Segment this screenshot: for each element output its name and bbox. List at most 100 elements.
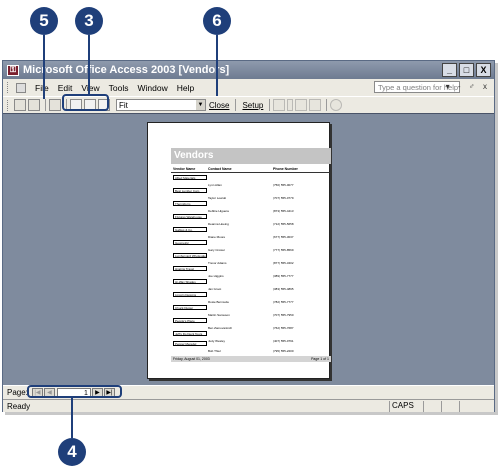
status-text: Ready bbox=[7, 401, 31, 411]
footer-date: Friday, August 01, 2003 bbox=[173, 357, 210, 361]
phone-number: (677) 555-3037 bbox=[273, 235, 294, 239]
report-footer: Friday, August 01, 2003 Page 1 of 1 bbox=[171, 356, 331, 362]
restore-button[interactable]: □ bbox=[459, 63, 474, 77]
vendor-name: Pepper Meredel bbox=[173, 341, 207, 346]
menu-tools[interactable]: Tools bbox=[109, 83, 129, 93]
callout-4-leader bbox=[71, 396, 73, 438]
callout-4: 4 bbox=[58, 438, 86, 466]
database-window-icon[interactable] bbox=[295, 99, 308, 111]
vendor-name: Chuck Duster bbox=[173, 305, 207, 310]
callout-5: 5 bbox=[30, 7, 58, 35]
status-bar: Ready CAPS bbox=[3, 399, 494, 412]
callout-3-highlight bbox=[62, 94, 109, 111]
callout-3: 3 bbox=[75, 7, 103, 35]
view-icon[interactable] bbox=[14, 99, 26, 111]
window-title: Microsoft Office Access 2003 [Vendors] bbox=[23, 64, 230, 76]
access-key-icon: ⚿ bbox=[7, 64, 19, 76]
vendor-name: People's Place bbox=[173, 318, 207, 323]
contact-name: Jan Groot bbox=[208, 287, 222, 291]
menu-view[interactable]: View bbox=[81, 83, 99, 93]
vendor-name: Geometric bbox=[173, 240, 207, 245]
minimize-button[interactable]: _ bbox=[442, 63, 457, 77]
phone-number: (707) 555-0779 bbox=[273, 196, 294, 200]
close-preview-button[interactable]: Close bbox=[209, 101, 229, 110]
dropdown-icon[interactable] bbox=[287, 99, 294, 111]
phone-number: (383) 555-4895 bbox=[273, 287, 294, 291]
callout-4-highlight bbox=[27, 385, 122, 398]
report-row: Pepper Meredel Bob Thiel (795) 555-2200 bbox=[148, 341, 331, 355]
vendor-name: Gables & Co. bbox=[173, 227, 207, 232]
vendor-name: Allied Materials bbox=[173, 175, 207, 180]
toolbar-separator bbox=[235, 99, 237, 111]
title-bar: ⚿ Microsoft Office Access 2003 [Vendors]… bbox=[3, 61, 494, 79]
contact-name: Debbie Higuera bbox=[208, 209, 229, 213]
zoom-select[interactable]: Fit ▼ bbox=[116, 99, 206, 111]
contact-name: Deanna Hoeing bbox=[208, 222, 229, 226]
contact-name: Rosie Bermuda bbox=[208, 300, 229, 304]
toolbar-separator bbox=[326, 99, 328, 111]
contact-name: Diane Moore bbox=[208, 235, 226, 239]
menu-window[interactable]: Window bbox=[137, 83, 167, 93]
phone-number: (782) 555-7777 bbox=[273, 300, 294, 304]
menu-icon[interactable] bbox=[16, 82, 26, 93]
new-object-icon[interactable] bbox=[309, 99, 322, 111]
header-vendor: Vendor Name bbox=[173, 167, 196, 171]
vendor-name: Lumberyard Wholesale bbox=[173, 253, 207, 258]
status-panel bbox=[441, 401, 459, 412]
menu-file[interactable]: File bbox=[35, 83, 49, 93]
header-contact: Contact Name bbox=[208, 167, 232, 171]
phone-number: (877) 555-3402 bbox=[273, 261, 294, 265]
report-title: Vendors bbox=[171, 148, 331, 164]
zoom-value: Fit bbox=[119, 101, 128, 110]
header-phone: Phone Number bbox=[273, 167, 298, 171]
menu-edit[interactable]: Edit bbox=[58, 83, 73, 93]
vendor-name: Lincoln Designs bbox=[173, 292, 207, 297]
doc-window-controls[interactable]: ▾ - ♂ x bbox=[446, 82, 490, 91]
phone-number: (777) 555-8569 bbox=[273, 248, 294, 252]
vendor-name: Best Lumber Corp. bbox=[173, 188, 207, 193]
access-window: ⚿ Microsoft Office Access 2003 [Vendors]… bbox=[2, 60, 495, 412]
phone-number: (707) 555-7950 bbox=[273, 313, 294, 317]
vendor-name: Higgins Travel bbox=[173, 266, 207, 271]
print-icon[interactable] bbox=[28, 99, 40, 111]
footer-page: Page 1 of 1 bbox=[311, 357, 329, 361]
vendor-name: Fixtures Warehouse bbox=[173, 214, 207, 219]
vendor-name: Hi-Way Shades bbox=[173, 279, 207, 284]
toolbar-separator bbox=[45, 99, 46, 111]
callout-5-leader bbox=[43, 35, 45, 99]
phone-number: (389) 555-7777 bbox=[273, 274, 294, 278]
toolbar-separator bbox=[269, 99, 271, 111]
callout-6-leader bbox=[216, 35, 218, 96]
phone-number: (750) 555-0077 bbox=[273, 183, 294, 187]
contact-name: Lynn Allan bbox=[208, 183, 222, 187]
menu-grip bbox=[7, 82, 10, 93]
preview-area[interactable]: Vendors Vendor Name Contact Name Phone N… bbox=[3, 113, 494, 385]
phone-number: (873) 555-4413 bbox=[273, 209, 294, 213]
contact-name: Ben Zamovaninch bbox=[208, 326, 233, 330]
callout-3-leader bbox=[88, 35, 90, 95]
contact-name: Martin Samuson bbox=[208, 313, 230, 317]
vendor-name: Jeff's Do Deck Tours bbox=[173, 331, 207, 336]
header-rule bbox=[171, 172, 331, 173]
toolbar-grip bbox=[7, 99, 10, 111]
office-links-icon[interactable] bbox=[273, 99, 286, 111]
help-icon[interactable] bbox=[330, 99, 343, 111]
report-page: Vendors Vendor Name Contact Name Phone N… bbox=[147, 122, 331, 379]
status-panel bbox=[459, 401, 477, 412]
menu-help[interactable]: Help bbox=[177, 83, 194, 93]
contact-name: Trevor Adams bbox=[208, 261, 227, 265]
zoom-icon[interactable] bbox=[49, 99, 61, 111]
phone-number: (762) 555-7687 bbox=[273, 326, 294, 330]
setup-button[interactable]: Setup bbox=[242, 101, 263, 110]
contact-name: Taylor Lowski bbox=[208, 196, 227, 200]
contact-name: Gary Crosier bbox=[208, 248, 226, 252]
chevron-down-icon: ▼ bbox=[196, 100, 205, 110]
contact-name: Joe Higgins bbox=[208, 274, 224, 278]
caps-indicator: CAPS bbox=[389, 401, 414, 412]
close-window-button[interactable]: X bbox=[476, 63, 491, 77]
phone-number: (795) 555-2200 bbox=[273, 349, 294, 353]
phone-number: (712) 555-5658 bbox=[273, 222, 294, 226]
window-controls: _ □ X bbox=[442, 63, 491, 77]
contact-name: Bob Thiel bbox=[208, 349, 221, 353]
status-panel bbox=[423, 401, 441, 412]
